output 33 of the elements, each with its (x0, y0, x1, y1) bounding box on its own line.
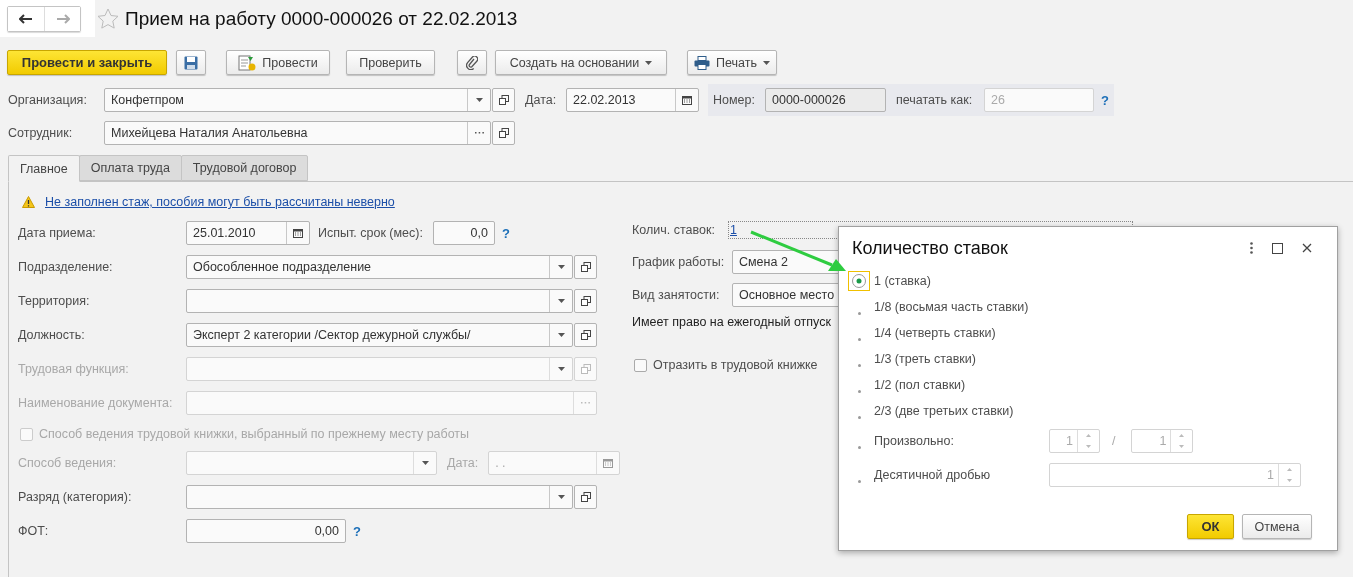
field-label: Территория: (18, 294, 91, 308)
fraction-slash: / (1112, 434, 1116, 448)
field-label: ФОТ: (18, 524, 50, 538)
field-label: График работы: (632, 255, 726, 269)
checkbox-label: Способ ведения трудовой книжки, выбранный по прежнему месту работы (39, 427, 470, 441)
field-label: Дата приема: (18, 226, 97, 240)
field-label: Организация: (8, 93, 88, 107)
field-label: Подразделение: (18, 260, 114, 274)
field-label: Дата: (525, 93, 558, 107)
field-label: Способ ведения: (18, 456, 118, 470)
field-label: Номер: (713, 93, 756, 107)
option-label: 1/4 (четверть ставки) (874, 326, 996, 340)
option-label: Произвольно: (874, 434, 954, 448)
field-label: Разряд (категория): (18, 490, 133, 504)
field-label: Наименование документа: (18, 396, 174, 410)
option-label: 2/3 (две третьих ставки) (874, 404, 1014, 418)
field-label: Дата: (447, 456, 479, 470)
field-label: Испыт. срок (мес): (318, 226, 423, 240)
dialog-title: Количество ставок (852, 237, 1009, 259)
field-label: Вид занятости: (632, 288, 721, 302)
option-label: 1/3 (треть ставки) (874, 352, 976, 366)
option-label: 1 (ставка) (874, 274, 931, 288)
vacation-text: Имеет право на ежегодный отпуск (632, 315, 832, 329)
checkbox-label: Отразить в трудовой книжке (653, 358, 818, 372)
option-label: 1/2 (пол ставки) (874, 378, 966, 392)
field-label: Сотрудник: (8, 126, 74, 140)
field-label: Трудовая функция: (18, 362, 130, 376)
window-title: Прием на работу 0000-000026 от 22.02.2013 (125, 7, 518, 30)
field-label: печатать как: (896, 93, 974, 107)
option-label: 1/8 (восьмая часть ставки) (874, 300, 1029, 314)
option-label: Десятичной дробью (874, 468, 991, 482)
field-label: Колич. ставок: (632, 223, 716, 237)
field-label: Должность: (18, 328, 86, 342)
